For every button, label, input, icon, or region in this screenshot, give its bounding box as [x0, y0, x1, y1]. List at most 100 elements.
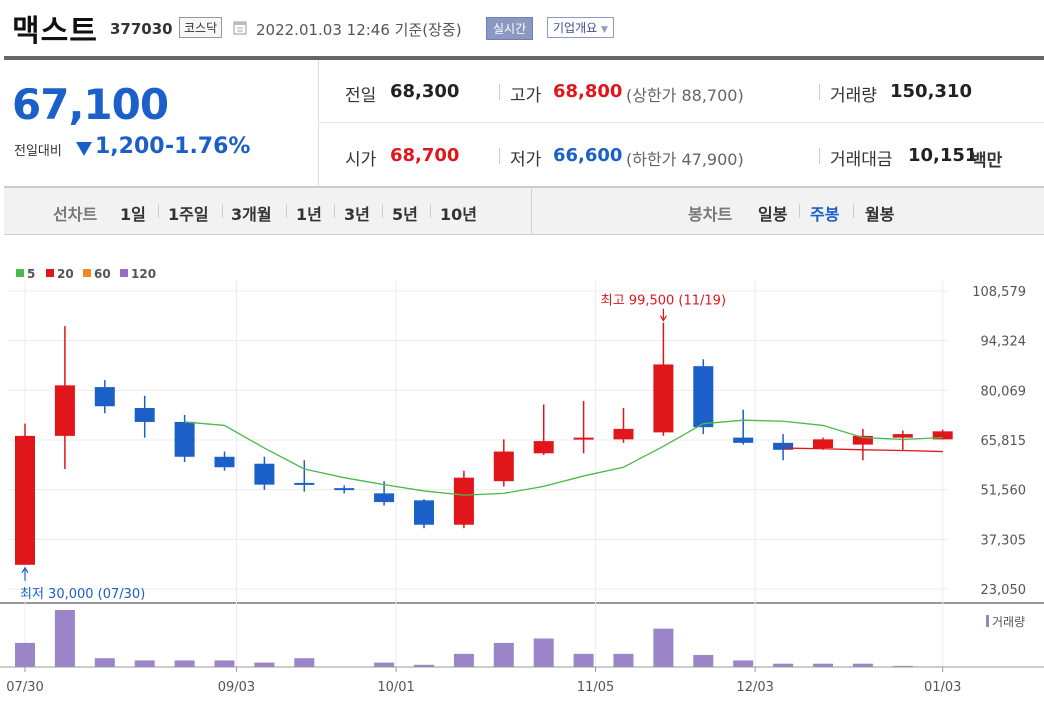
candle-body — [15, 435, 35, 565]
volume-bar — [134, 660, 155, 667]
stock-name: 맥스트 — [12, 14, 98, 49]
calendar-icon — [233, 21, 247, 35]
volume-bar — [174, 660, 195, 667]
volume-bar — [533, 638, 554, 667]
y-tick-label: 65,815 — [981, 434, 1027, 449]
volume-bar — [15, 642, 35, 667]
candle-body — [294, 482, 315, 485]
legend-label: 20 — [57, 267, 74, 281]
high-value: 68,800 — [553, 81, 623, 102]
y-tick-label: 37,305 — [981, 533, 1027, 548]
volume-bar — [214, 660, 235, 667]
volume-bar — [693, 654, 714, 667]
open-value: 68,700 — [390, 145, 460, 166]
candle-body — [733, 437, 754, 443]
x-tick-label: 07/30 — [6, 680, 43, 695]
lower-limit: (하한가 47,900) — [626, 150, 744, 169]
period-3y[interactable]: 3년 — [344, 201, 370, 225]
realtime-button[interactable]: 실시간 — [486, 17, 534, 40]
chart-legend: 5 20 60 120 — [16, 267, 156, 281]
quote-row-divider — [318, 122, 1044, 123]
change-amount: 1,200 — [95, 134, 165, 159]
separator — [334, 204, 335, 218]
candle-body — [174, 421, 195, 457]
y-tick-label: 94,324 — [981, 335, 1027, 350]
volume-bar — [453, 653, 474, 667]
candle-body — [533, 441, 554, 454]
period-5y[interactable]: 5년 — [392, 201, 418, 225]
volume-bar — [294, 658, 315, 667]
y-axis: 108,579 94,324 80,069 65,815 51,560 37,305 23,… — [972, 285, 1026, 598]
current-price: 67,100 — [12, 80, 169, 129]
y-tick-label: 23,050 — [981, 583, 1027, 598]
x-tick-label: 10/01 — [377, 680, 414, 695]
candle-body — [453, 477, 474, 525]
x-axis: 07/30 09/03 10/01 11/05 12/03 01/03 — [6, 667, 961, 695]
upper-limit: (상한가 88,700) — [626, 86, 744, 105]
candle-daily[interactable]: 일봉 — [758, 201, 787, 225]
line-chart-label: 선차트 — [53, 205, 98, 224]
separator — [382, 204, 383, 218]
candle-body — [254, 463, 275, 485]
volume-value: 150,310 — [890, 81, 972, 102]
candle-monthly[interactable]: 월봉 — [865, 201, 894, 225]
period-3m[interactable]: 3개월 — [231, 201, 272, 225]
volume-legend-label: 거래량 — [992, 615, 1025, 629]
candle-body — [813, 439, 833, 449]
candle-chart-label: 봉차트 — [688, 205, 733, 224]
low-value: 66,600 — [553, 145, 623, 166]
volume-bar — [573, 653, 594, 667]
volume-bar — [94, 658, 115, 667]
candle-body — [573, 437, 594, 440]
toolbar-divider — [531, 188, 532, 234]
candle-body — [493, 451, 514, 482]
trade-value-unit: 백만 — [971, 151, 1003, 171]
period-1d[interactable]: 1일 — [120, 201, 146, 225]
prev-close-label: 전일 — [345, 86, 377, 106]
legend-label: 120 — [131, 267, 156, 281]
separator — [799, 204, 800, 218]
annotations: 최고 99,500 (11/19) 최저 30,000 (07/30) — [20, 294, 726, 602]
separator — [430, 204, 431, 218]
candle-body — [334, 488, 355, 491]
volume-label: 거래량 — [830, 86, 877, 106]
period-10y[interactable]: 10년 — [440, 201, 477, 225]
volume-bar — [613, 653, 634, 667]
y-tick-label: 51,560 — [981, 484, 1027, 499]
separator — [499, 84, 500, 100]
legend-swatch — [46, 269, 54, 277]
separator — [819, 148, 820, 164]
x-tick-label: 12/03 — [736, 680, 773, 695]
candle-body — [414, 500, 434, 525]
legend-swatch — [16, 269, 24, 277]
legend-swatch — [83, 269, 91, 277]
volume-bar — [653, 628, 674, 667]
prev-close-value: 68,300 — [390, 81, 460, 102]
change-rate: -1.76% — [165, 134, 251, 159]
period-1w[interactable]: 1주일 — [168, 201, 209, 225]
stock-chart: 5 20 60 120 108,579 94,324 80,069 65,815 51,560… — [0, 267, 1044, 695]
high-label: 고가 — [510, 86, 542, 106]
market-badge: 코스닥 — [179, 17, 223, 38]
volume-bar — [374, 662, 395, 667]
candle-body — [613, 428, 634, 440]
separator — [853, 204, 854, 218]
candle-body — [214, 456, 235, 468]
period-1y[interactable]: 1년 — [296, 201, 322, 225]
volume-bar — [254, 662, 275, 667]
legend-swatch — [120, 269, 128, 277]
chart-grid — [0, 281, 1044, 667]
trade-value: 10,151 — [908, 145, 978, 166]
candle-body — [134, 407, 155, 422]
volume-bar — [54, 610, 75, 667]
volume-bar — [733, 660, 754, 667]
y-tick-label: 108,579 — [972, 285, 1026, 300]
low-label: 저가 — [510, 150, 542, 170]
candle-weekly[interactable]: 주봉 — [810, 201, 839, 225]
volume-bars: 거래량 — [0, 610, 1044, 668]
volume-legend-swatch — [986, 615, 989, 627]
candles — [15, 322, 953, 565]
trade-value-label: 거래대금 — [830, 150, 893, 170]
company-info-dropdown[interactable]: 기업개요 ▼ — [547, 17, 614, 38]
separator — [286, 204, 287, 218]
